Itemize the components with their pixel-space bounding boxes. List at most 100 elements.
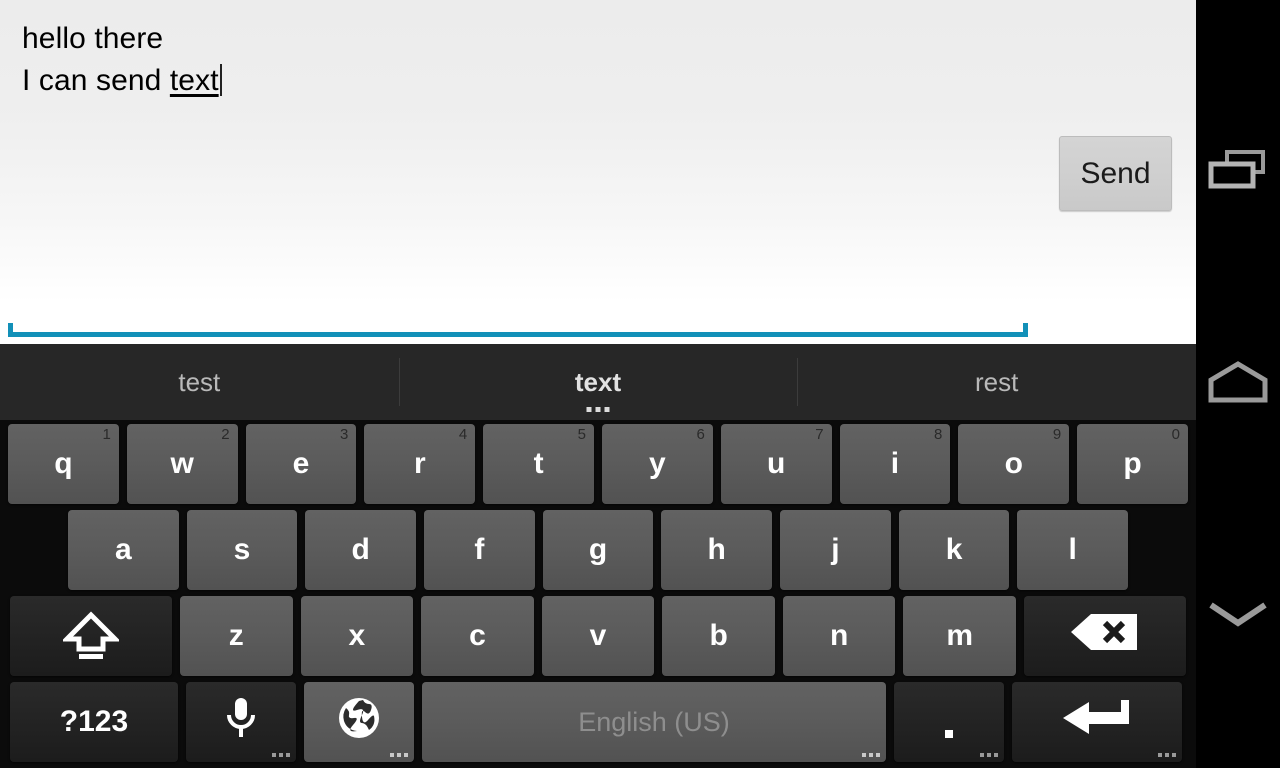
key-label: q [54,447,73,480]
key-h[interactable]: h [661,510,773,590]
key-f[interactable]: f [424,510,535,590]
space-key-label: English (US) [578,706,730,737]
key-number-hint: 0 [1171,426,1180,443]
suggestion-item-0[interactable]: test [0,344,399,420]
key-label: ?123 [59,705,129,738]
key-w[interactable]: w2 [126,424,238,504]
key-y[interactable]: y6 [601,424,713,504]
key-j[interactable]: j [780,510,891,590]
key-n[interactable]: n [782,596,896,676]
text-caret [219,64,222,96]
key-x[interactable]: x [300,596,414,676]
keyboard-row-1: q1 w2 e3 r4 t5 y6 u7 i8 o9 p0 [0,424,1196,504]
keyboard-row-4: ?123 English (US) [0,682,1196,762]
key-m[interactable]: m [903,596,1017,676]
key-label: i [890,447,900,480]
key-label: b [709,619,728,652]
suggestion-label: test [178,366,221,397]
enter-icon [1059,696,1135,748]
key-r[interactable]: r4 [364,424,476,504]
key-g[interactable]: g [542,510,654,590]
long-press-indicator [980,753,998,757]
space-key[interactable]: English (US) [422,682,886,762]
key-d[interactable]: d [305,510,417,590]
key-label: s [233,533,251,566]
key-l[interactable]: l [1017,510,1129,590]
recents-icon [1207,146,1269,199]
key-label: n [830,619,849,652]
key-label: m [946,619,974,652]
key-label: l [1068,533,1077,566]
nav-home-button[interactable] [1196,324,1280,444]
composing-word: text [169,64,219,97]
long-press-indicator [390,753,408,757]
key-label: r [413,447,426,480]
key-number-hint: 2 [221,426,230,443]
key-c[interactable]: c [421,596,534,676]
key-e[interactable]: e3 [245,424,357,504]
enter-key[interactable] [1012,682,1182,762]
suggestion-item-2[interactable]: rest [797,344,1196,420]
nav-back-button[interactable] [1196,556,1280,676]
key-label: o [1004,447,1023,480]
key-o[interactable]: o9 [958,424,1070,504]
key-label: g [588,533,608,566]
keyboard-row-2: a s d f g h j k l [0,510,1196,590]
send-button[interactable]: Send [1059,136,1172,211]
key-label: h [707,533,726,566]
suggestion-item-1[interactable]: text [398,344,798,420]
long-press-indicator [1158,753,1176,757]
key-t[interactable]: t5 [483,424,594,504]
soft-keyboard: test text rest q1 w2 e3 r4 t5 y6 u7 i8 o… [0,344,1196,768]
key-label: d [351,533,370,566]
long-press-indicator [272,753,290,757]
suggestion-label: rest [975,366,1019,397]
voice-input-key[interactable] [186,682,296,762]
key-number-hint: 5 [577,426,586,443]
android-screen: hello there I can send text Send test tex… [0,0,1280,768]
key-k[interactable]: k [898,510,1010,590]
key-label: y [649,447,666,480]
key-label: e [292,447,310,480]
backspace-icon [1069,610,1141,662]
period-key[interactable] [894,682,1004,762]
home-icon [1207,358,1269,411]
message-compose-area: hello there I can send text Send [0,0,1196,344]
key-label: k [945,533,963,566]
key-label: c [469,619,486,652]
key-label: p [1123,447,1142,480]
key-p[interactable]: p0 [1077,424,1188,504]
shift-key[interactable] [10,596,172,676]
key-number-hint: 6 [696,426,705,443]
key-label: u [767,447,786,480]
key-q[interactable]: q1 [8,424,119,504]
key-u[interactable]: u7 [720,424,832,504]
more-suggestions-icon [586,407,610,412]
key-number-hint: 3 [340,426,349,443]
key-i[interactable]: i8 [839,424,951,504]
key-label: t [533,447,544,480]
key-label: f [474,533,485,566]
key-label: x [348,619,366,652]
symbols-key[interactable]: ?123 [10,682,178,762]
period-glyph [945,730,953,738]
key-label: j [831,533,840,566]
key-a[interactable]: a [68,510,179,590]
keyboard-row-3: z x c v b n m [0,596,1196,676]
backspace-key[interactable] [1024,596,1187,676]
system-navigation-bar [1196,0,1280,768]
nav-recents-button[interactable] [1196,112,1280,232]
key-label: z [228,619,244,652]
key-b[interactable]: b [662,596,775,676]
key-z[interactable]: z [180,596,293,676]
key-v[interactable]: v [541,596,655,676]
key-s[interactable]: s [186,510,298,590]
globe-icon [336,695,382,749]
key-number-hint: 7 [815,426,824,443]
language-switch-key[interactable] [304,682,414,762]
back-icon [1207,597,1269,636]
compose-text-field[interactable]: hello there I can send text [22,18,222,102]
compose-line-2-prefix: I can send [22,64,170,97]
key-label: w [170,447,194,480]
shift-icon [63,611,119,661]
